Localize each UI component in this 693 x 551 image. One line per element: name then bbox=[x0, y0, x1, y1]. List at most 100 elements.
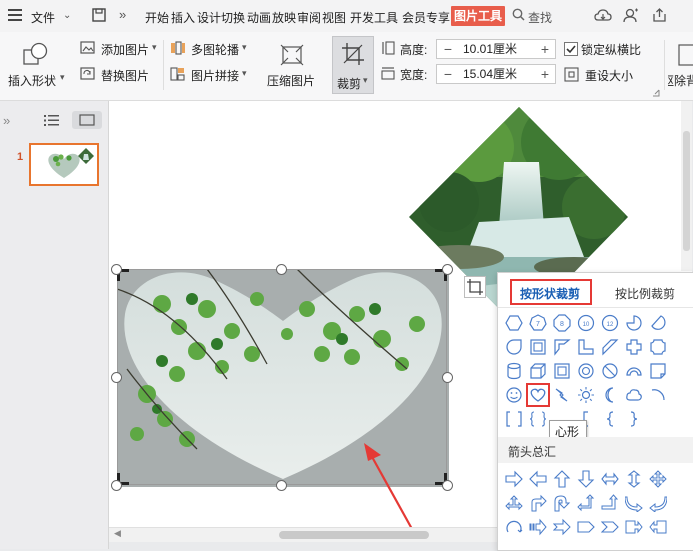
scrollbar-thumb[interactable] bbox=[279, 531, 429, 539]
tab-crop-by-shape[interactable]: 按形状裁剪 bbox=[510, 279, 592, 305]
notched-arrow-shape-icon[interactable] bbox=[553, 518, 571, 536]
up-arrow-shape-icon[interactable] bbox=[553, 470, 571, 488]
double-bracket-shape-icon[interactable] bbox=[505, 410, 523, 428]
height-decrease-button[interactable]: − bbox=[439, 40, 457, 58]
decagon-shape-icon[interactable]: 10 bbox=[577, 314, 595, 332]
picture-mosaic-button[interactable]: 图片拼接 ▾ bbox=[170, 66, 252, 84]
circular-arrow-shape-icon[interactable] bbox=[505, 518, 523, 536]
right-arrow-shape-icon[interactable] bbox=[505, 470, 523, 488]
horizontal-scrollbar[interactable]: ◀ bbox=[109, 527, 497, 542]
share-icon[interactable] bbox=[652, 8, 667, 23]
hamburger-icon[interactable] bbox=[8, 9, 22, 21]
tab-slideshow[interactable]: 放映 bbox=[272, 9, 296, 26]
height-input[interactable]: 10.01厘米 bbox=[463, 40, 517, 58]
bent-up-arrow-shape-icon[interactable] bbox=[601, 494, 619, 512]
down-arrow-shape-icon[interactable] bbox=[577, 470, 595, 488]
left-brace-shape-icon[interactable] bbox=[601, 410, 619, 428]
l-shape-icon[interactable] bbox=[577, 338, 595, 356]
smiley-shape-icon[interactable] bbox=[505, 386, 523, 404]
no-symbol-shape-icon[interactable] bbox=[601, 362, 619, 380]
height-spinner[interactable]: − 10.01厘米 + bbox=[436, 39, 556, 59]
pie-shape-icon[interactable] bbox=[625, 314, 643, 332]
donut-shape-icon[interactable] bbox=[577, 362, 595, 380]
tab-animation[interactable]: 动画 bbox=[247, 9, 271, 26]
replace-picture-button[interactable]: 替换图片 bbox=[80, 66, 162, 84]
dialog-launcher-icon[interactable] bbox=[652, 86, 660, 97]
search-label[interactable]: 查找 bbox=[528, 9, 552, 26]
height-increase-button[interactable]: + bbox=[536, 40, 554, 58]
bent-arrow-shape-icon[interactable] bbox=[529, 494, 547, 512]
lightning-shape-icon[interactable] bbox=[553, 386, 571, 404]
tab-home[interactable]: 开始 bbox=[145, 9, 169, 26]
width-input[interactable]: 15.04厘米 bbox=[463, 65, 517, 83]
crop-button[interactable]: 裁剪 ▾ bbox=[332, 36, 374, 94]
resize-handle[interactable] bbox=[442, 372, 453, 383]
chord-shape-icon[interactable] bbox=[649, 314, 667, 332]
tab-developer[interactable]: 开发工具 bbox=[350, 9, 398, 26]
compress-picture-button[interactable]: 压缩图片 bbox=[262, 36, 322, 94]
resize-handle[interactable] bbox=[111, 480, 122, 491]
file-menu[interactable]: 文件 bbox=[31, 9, 55, 26]
resize-handle[interactable] bbox=[111, 372, 122, 383]
left-right-arrow-shape-icon[interactable] bbox=[601, 470, 619, 488]
left-arrow-shape-icon[interactable] bbox=[529, 470, 547, 488]
save-icon[interactable] bbox=[92, 8, 106, 22]
more-icon[interactable]: » bbox=[119, 7, 126, 22]
folded-corner-shape-icon[interactable] bbox=[649, 362, 667, 380]
arc-shape-icon[interactable] bbox=[649, 386, 667, 404]
multi-carousel-button[interactable]: 多图轮播 ▾ bbox=[170, 40, 252, 58]
double-brace-shape-icon[interactable] bbox=[529, 410, 547, 428]
left-up-arrow-shape-icon[interactable] bbox=[577, 494, 595, 512]
pentagon-arrow-shape-icon[interactable] bbox=[577, 518, 595, 536]
slide-view-icon[interactable] bbox=[72, 111, 102, 129]
left-right-up-arrow-shape-icon[interactable] bbox=[505, 494, 523, 512]
up-down-arrow-shape-icon[interactable] bbox=[625, 470, 643, 488]
cube-shape-icon[interactable] bbox=[529, 362, 547, 380]
scroll-left-icon[interactable]: ◀ bbox=[114, 528, 121, 539]
cloud-shape-icon[interactable] bbox=[625, 386, 643, 404]
frame-shape-icon[interactable] bbox=[529, 338, 547, 356]
add-picture-button[interactable]: 添加图片 ▾ bbox=[80, 40, 162, 58]
scrollbar-thumb[interactable] bbox=[683, 131, 690, 251]
tab-insert[interactable]: 插入 bbox=[171, 9, 195, 26]
resize-handle[interactable] bbox=[276, 264, 287, 275]
cloud-icon[interactable] bbox=[594, 8, 612, 23]
tab-view[interactable]: 视图 bbox=[322, 9, 346, 26]
tab-picture-tools[interactable]: 图片工具 bbox=[451, 6, 506, 26]
sun-shape-icon[interactable] bbox=[577, 386, 595, 404]
can-shape-icon[interactable] bbox=[505, 362, 523, 380]
search-icon[interactable] bbox=[512, 8, 525, 21]
resize-handle[interactable] bbox=[276, 480, 287, 491]
width-increase-button[interactable]: + bbox=[536, 65, 554, 83]
block-arc-shape-icon[interactable] bbox=[625, 362, 643, 380]
moon-shape-icon[interactable] bbox=[601, 386, 619, 404]
width-decrease-button[interactable]: − bbox=[439, 65, 457, 83]
tab-review[interactable]: 审阅 bbox=[297, 9, 321, 26]
teardrop-shape-icon[interactable] bbox=[505, 338, 523, 356]
dodecagon-shape-icon[interactable]: 12 bbox=[601, 314, 619, 332]
half-frame-shape-icon[interactable] bbox=[553, 338, 571, 356]
tab-member[interactable]: 会员专享 bbox=[402, 9, 450, 26]
resize-handle[interactable] bbox=[442, 480, 453, 491]
quad-arrow-shape-icon[interactable] bbox=[649, 470, 667, 488]
floating-crop-button[interactable] bbox=[464, 276, 486, 298]
striped-arrow-shape-icon[interactable] bbox=[529, 518, 547, 536]
callout-left-arrow-shape-icon[interactable] bbox=[649, 518, 667, 536]
tab-design[interactable]: 设计 bbox=[197, 9, 221, 26]
outline-view-icon[interactable] bbox=[44, 114, 59, 127]
width-spinner[interactable]: − 15.04厘米 + bbox=[436, 64, 556, 84]
curved-right-arrow-shape-icon[interactable] bbox=[625, 494, 643, 512]
octagon-shape-icon[interactable]: 8 bbox=[553, 314, 571, 332]
lock-ratio-checkbox[interactable]: 锁定纵横比 bbox=[564, 41, 648, 57]
tab-transition[interactable]: 切换 bbox=[221, 9, 245, 26]
plus-shape-icon[interactable] bbox=[625, 338, 643, 356]
remove-background-button[interactable]: 抠除背 bbox=[668, 36, 693, 94]
expand-panel-icon[interactable]: » bbox=[3, 113, 10, 128]
resize-handle[interactable] bbox=[111, 264, 122, 275]
curved-left-arrow-shape-icon[interactable] bbox=[649, 494, 667, 512]
user-icon[interactable] bbox=[623, 8, 639, 23]
chevron-down-icon[interactable]: ⌄ bbox=[63, 10, 71, 21]
u-turn-arrow-shape-icon[interactable] bbox=[553, 494, 571, 512]
diagonal-stripe-shape-icon[interactable] bbox=[601, 338, 619, 356]
bevel-shape-icon[interactable] bbox=[553, 362, 571, 380]
